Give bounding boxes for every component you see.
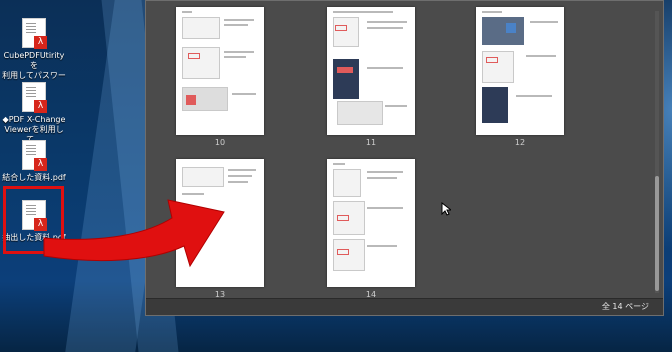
page-thumbnail-11[interactable] [327, 7, 415, 135]
page-thumbnail-10[interactable] [176, 7, 264, 135]
status-bar: 全 14 ページ [146, 298, 663, 315]
pdf-file-icon: λ [22, 18, 47, 49]
page-number-label: 11 [365, 138, 377, 147]
page-thumbnail-14[interactable] [327, 159, 415, 287]
page-thumbnail-12[interactable] [476, 7, 564, 135]
red-arrow-annotation [43, 199, 225, 268]
total-pages-label: 全 14 ページ [601, 302, 649, 311]
scrollbar-thumb[interactable] [655, 176, 659, 291]
desktop: λ CubePDFUtirityを 利用してパスワード... λ ◆PDF X-… [0, 0, 672, 352]
desktop-icon-pdfxchange[interactable]: λ ◆PDF X-Change Viewerを利用して... [2, 82, 66, 145]
pdf-file-icon: λ [22, 82, 47, 113]
mouse-cursor-icon [441, 202, 451, 216]
page-number-label: 10 [214, 138, 226, 147]
page-number-label: 12 [514, 138, 526, 147]
desktop-icon-cubepdf[interactable]: λ CubePDFUtirityを 利用してパスワード... [2, 18, 66, 91]
